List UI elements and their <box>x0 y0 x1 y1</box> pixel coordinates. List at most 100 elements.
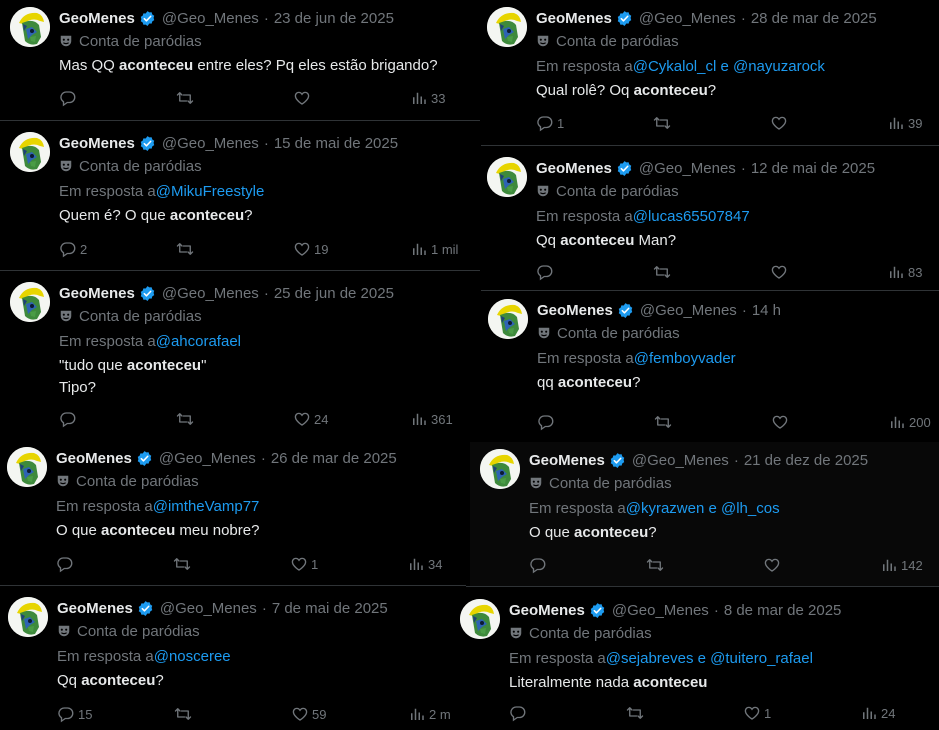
user-handle[interactable]: @Geo_Menes <box>162 285 259 302</box>
retweet-button[interactable] <box>173 555 191 573</box>
tweet[interactable]: GeoMenes @Geo_Menes · 8 de mar de 2025 C… <box>450 592 939 730</box>
like-button[interactable] <box>763 556 784 574</box>
like-button[interactable]: 59 <box>291 705 326 723</box>
reply-button[interactable]: 15 <box>57 705 92 723</box>
avatar[interactable] <box>488 299 528 339</box>
display-name[interactable]: GeoMenes <box>59 135 135 152</box>
like-button[interactable] <box>770 263 791 281</box>
display-name[interactable]: GeoMenes <box>59 10 135 27</box>
tweet-date[interactable]: 28 de mar de 2025 <box>751 10 877 27</box>
tweet-date[interactable]: 7 de mai de 2025 <box>272 600 388 617</box>
reply-mention-link[interactable]: @nosceree <box>154 648 231 665</box>
display-name[interactable]: GeoMenes <box>57 600 133 617</box>
display-name[interactable]: GeoMenes <box>56 450 132 467</box>
like-button[interactable] <box>770 114 791 132</box>
user-handle[interactable]: @Geo_Menes <box>640 302 737 319</box>
display-name[interactable]: GeoMenes <box>509 602 585 619</box>
reply-button[interactable] <box>59 410 80 428</box>
tweet[interactable]: GeoMenes @Geo_Menes · 21 de dez de 2025 … <box>470 442 939 587</box>
views-button[interactable]: 200 <box>888 413 931 431</box>
like-button[interactable]: 24 <box>293 410 328 428</box>
tweet[interactable]: GeoMenes @Geo_Menes · 7 de mai de 2025 C… <box>0 590 478 730</box>
avatar[interactable] <box>487 7 527 47</box>
views-button[interactable]: 2 m <box>408 705 451 723</box>
reply-button[interactable] <box>56 555 77 573</box>
reply-mention-link[interactable]: @sejabreves e @tuitero_rafael <box>606 650 813 667</box>
display-name[interactable]: GeoMenes <box>59 285 135 302</box>
reply-button[interactable] <box>509 704 530 722</box>
tweet-date[interactable]: 23 de jun de 2025 <box>274 10 394 27</box>
tweet[interactable]: GeoMenes @Geo_Menes · 26 de mar de 2025 … <box>0 440 467 585</box>
retweet-button[interactable] <box>176 410 194 428</box>
tweet[interactable]: GeoMenes @Geo_Menes · 14 h Conta de paró… <box>478 292 939 437</box>
display-name[interactable]: GeoMenes <box>536 10 612 27</box>
avatar[interactable] <box>10 282 50 322</box>
reply-button[interactable] <box>537 413 558 431</box>
like-button[interactable] <box>293 89 314 107</box>
tweet[interactable]: GeoMenes @Geo_Menes · 28 de mar de 2025 … <box>477 0 939 140</box>
display-name[interactable]: GeoMenes <box>536 160 612 177</box>
reply-button[interactable]: 1 <box>536 114 564 132</box>
views-button[interactable]: 142 <box>880 556 923 574</box>
views-button[interactable]: 1 mil <box>410 240 458 258</box>
tweet-date[interactable]: 15 de mai de 2025 <box>274 135 398 152</box>
display-name[interactable]: GeoMenes <box>537 302 613 319</box>
reply-mention-link[interactable]: @imtheVamp77 <box>153 498 260 515</box>
like-button[interactable] <box>771 413 792 431</box>
retweet-button[interactable] <box>174 705 192 723</box>
avatar[interactable] <box>10 132 50 172</box>
user-handle[interactable]: @Geo_Menes <box>639 160 736 177</box>
tweet-date[interactable]: 8 de mar de 2025 <box>724 602 842 619</box>
tweet[interactable]: GeoMenes @Geo_Menes · 25 de jun de 2025 … <box>0 275 480 430</box>
tweet-date[interactable]: 21 de dez de 2025 <box>744 452 868 469</box>
retweet-button[interactable] <box>653 263 671 281</box>
user-handle[interactable]: @Geo_Menes <box>632 452 729 469</box>
avatar[interactable] <box>460 599 500 639</box>
views-button[interactable]: 83 <box>887 263 922 281</box>
reply-button[interactable]: 2 <box>59 240 87 258</box>
user-handle[interactable]: @Geo_Menes <box>159 450 256 467</box>
avatar[interactable] <box>480 449 520 489</box>
retweet-button[interactable] <box>654 413 672 431</box>
user-handle[interactable]: @Geo_Menes <box>162 10 259 27</box>
like-button[interactable]: 1 <box>290 555 318 573</box>
reply-button[interactable] <box>536 263 557 281</box>
avatar[interactable] <box>487 157 527 197</box>
display-name[interactable]: GeoMenes <box>529 452 605 469</box>
like-button[interactable]: 19 <box>293 240 328 258</box>
like-button[interactable]: 1 <box>743 704 771 722</box>
reply-mention-link[interactable]: @Cykalol_cl e @nayuzarock <box>633 58 825 75</box>
retweet-button[interactable] <box>646 556 664 574</box>
tweet[interactable]: GeoMenes @Geo_Menes · 23 de jun de 2025 … <box>0 0 480 120</box>
reply-button[interactable] <box>529 556 550 574</box>
reply-mention-link[interactable]: @femboyvader <box>634 350 736 367</box>
retweet-button[interactable] <box>653 114 671 132</box>
tweet-date[interactable]: 25 de jun de 2025 <box>274 285 394 302</box>
reply-button[interactable] <box>59 89 80 107</box>
user-handle[interactable]: @Geo_Menes <box>162 135 259 152</box>
tweet-date[interactable]: 26 de mar de 2025 <box>271 450 397 467</box>
tweet[interactable]: GeoMenes @Geo_Menes · 15 de mai de 2025 … <box>0 125 480 270</box>
separator-dot: · <box>263 9 269 27</box>
views-button[interactable]: 39 <box>887 114 922 132</box>
user-handle[interactable]: @Geo_Menes <box>639 10 736 27</box>
reply-mention-link[interactable]: @ahcorafael <box>156 333 241 350</box>
avatar[interactable] <box>10 7 50 47</box>
reply-mention-link[interactable]: @lucas65507847 <box>633 208 750 225</box>
reply-mention-link[interactable]: @MikuFreestyle <box>156 183 265 200</box>
avatar[interactable] <box>7 447 47 487</box>
tweet[interactable]: GeoMenes @Geo_Menes · 12 de mai de 2025 … <box>477 150 939 285</box>
retweet-button[interactable] <box>626 704 644 722</box>
retweet-button[interactable] <box>176 240 194 258</box>
views-button[interactable]: 34 <box>407 555 442 573</box>
avatar[interactable] <box>8 597 48 637</box>
views-button[interactable]: 24 <box>860 704 895 722</box>
views-button[interactable]: 33 <box>410 89 445 107</box>
tweet-date[interactable]: 14 h <box>752 302 781 319</box>
user-handle[interactable]: @Geo_Menes <box>160 600 257 617</box>
tweet-date[interactable]: 12 de mai de 2025 <box>751 160 875 177</box>
views-button[interactable]: 361 <box>410 410 453 428</box>
retweet-button[interactable] <box>176 89 194 107</box>
user-handle[interactable]: @Geo_Menes <box>612 602 709 619</box>
reply-mention-link[interactable]: @kyrazwen e @lh_cos <box>626 500 780 517</box>
